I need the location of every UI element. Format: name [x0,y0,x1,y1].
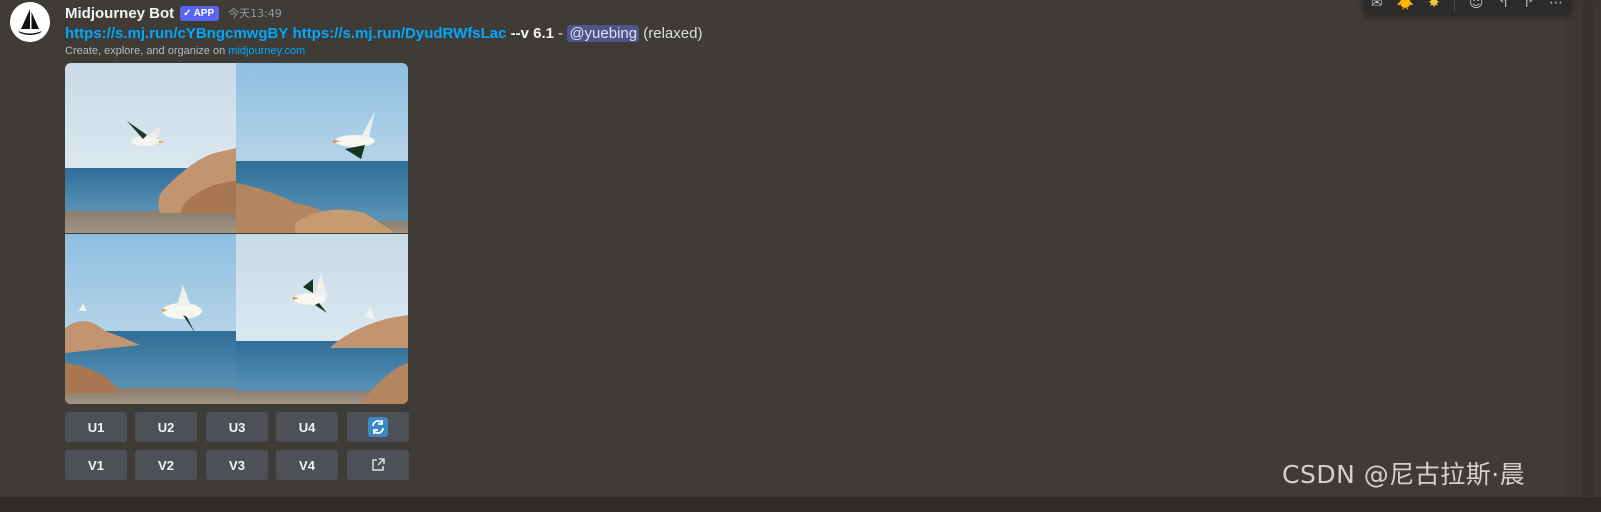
image-link-1[interactable]: https://s.mj.run/cYBngcmwgBY [65,25,288,42]
variation-3-button[interactable]: V3 [206,450,268,480]
sailboat-logo-icon [10,2,50,42]
message-content: https://s.mj.run/cYBngcmwgBY https://s.m… [65,23,702,43]
forward-icon[interactable]: ↱ [1523,0,1535,11]
variation-1-button[interactable]: V1 [65,450,127,480]
bottom-bar [0,497,1601,512]
reaction-star-icon[interactable]: ✸ [1428,0,1440,11]
envelope-icon[interactable]: ✉ [1371,0,1383,11]
subtext: Create, explore, and organize on midjour… [65,45,305,59]
midjourney-link[interactable]: midjourney.com [228,45,305,57]
generated-image-grid[interactable] [65,63,408,404]
mode-label: (relaxed) [643,24,703,42]
app-badge: ✓ APP [180,5,220,21]
avatar[interactable] [10,2,50,42]
refresh-icon [368,417,388,437]
add-reaction-icon[interactable]: ☺ [1469,0,1484,11]
checkmark-icon: ✓ [183,7,192,19]
toolbar-divider [1453,0,1455,12]
csdn-watermark: CSDN @尼古拉斯·晨 [1282,460,1526,489]
upscale-3-button[interactable]: U3 [206,412,268,442]
image-tile-3 [65,234,236,404]
reply-icon[interactable]: ↰ [1498,0,1510,11]
app-badge-label: APP [193,7,215,19]
upscale-2-button[interactable]: U2 [135,412,197,442]
upscale-1-button[interactable]: U1 [65,412,127,442]
message-header: Midjourney Bot ✓ APP 今天13:49 [65,2,282,24]
scrollbar[interactable] [1583,0,1593,497]
version-flag: --v 6.1 [510,24,554,42]
variation-2-button[interactable]: V2 [135,450,197,480]
image-link-2[interactable]: https://s.mj.run/DyudRWfsLac [293,25,507,42]
reaction-chick-icon[interactable]: 🐥 [1397,0,1414,11]
username[interactable]: Midjourney Bot [65,5,174,22]
upscale-4-button[interactable]: U4 [276,412,338,442]
image-tile-4 [236,234,408,404]
image-tile-1 [65,63,236,233]
user-mention[interactable]: @yuebing [567,24,640,42]
more-icon[interactable]: ⋯ [1549,0,1563,11]
open-web-button[interactable] [347,450,409,480]
external-link-icon [372,458,385,471]
subtext-prefix: Create, explore, and organize on [65,45,226,57]
variation-4-button[interactable]: V4 [276,450,338,480]
image-tile-2 [236,63,408,233]
timestamp[interactable]: 今天13:49 [228,5,282,21]
reroll-button[interactable] [347,412,409,442]
message-hover-toolbar: ✉ 🐥 ✸ ☺ ↰ ↱ ⋯ [1363,0,1571,15]
